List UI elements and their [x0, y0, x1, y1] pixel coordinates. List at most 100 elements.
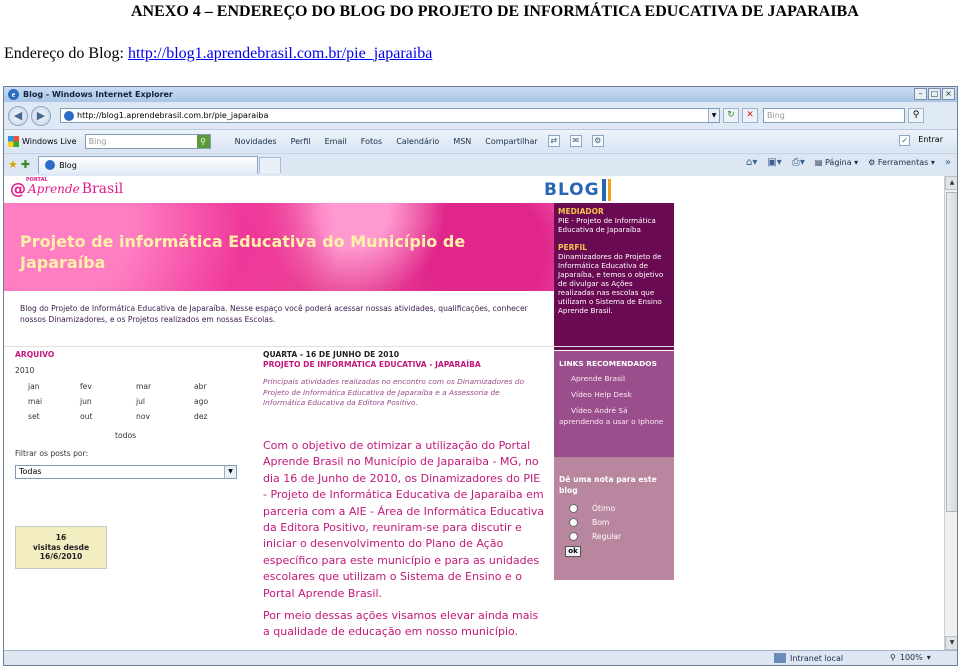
window-title: Blog - Windows Internet Explorer [23, 90, 173, 99]
filter-select-value: Todas [19, 467, 42, 476]
chevron-down-icon[interactable]: ▼ [224, 466, 236, 478]
live-search-input[interactable]: Bing ⚲ [84, 133, 211, 149]
entrar-link[interactable]: Entrar [918, 135, 943, 146]
live-link-email[interactable]: Email [325, 137, 347, 146]
month-link[interactable]: set [28, 412, 80, 423]
blog-address-link[interactable]: http://blog1.aprendebrasil.com.br/pie_ja… [128, 45, 432, 62]
address-text: http://blog1.aprendebrasil.com.br/pie_ja… [77, 111, 269, 120]
site-title: Projeto de informática Educativa do Muni… [20, 232, 466, 272]
add-favorites-icon[interactable]: ✚ [21, 158, 30, 171]
address-dropdown-icon[interactable]: ▼ [708, 109, 719, 122]
security-zone[interactable]: Intranet local [774, 653, 843, 663]
blog-logo: BLOG [544, 179, 611, 201]
rating-ok-button[interactable]: ok [565, 546, 581, 557]
favorites-star-icon[interactable]: ★ [8, 158, 18, 171]
address-bar[interactable]: http://blog1.aprendebrasil.com.br/pie_ja… [60, 108, 720, 123]
month-link[interactable]: mar [136, 382, 194, 393]
visit-label: visitas desde [32, 542, 90, 552]
month-link[interactable]: nov [136, 412, 194, 423]
links-title: LINKS RECOMENDADOS [559, 359, 657, 368]
rating-option[interactable]: Regular [559, 532, 669, 541]
rating-option[interactable]: Ótimo [559, 504, 669, 513]
rating-title: Dê uma nota para este blog [559, 475, 657, 495]
logo-brasil: Brasil [81, 180, 124, 197]
print-icon[interactable]: ⎙▾ [792, 157, 805, 168]
month-link[interactable]: mai [28, 397, 80, 408]
rating-option-label: Ótimo [592, 504, 616, 513]
status-bar: Intranet local ⚲ 100% ▾ [4, 650, 957, 665]
scroll-thumb[interactable] [946, 192, 957, 512]
home-icon[interactable]: ⌂▾ [746, 157, 757, 168]
rating-radio[interactable] [569, 518, 578, 527]
close-button[interactable]: × [942, 88, 955, 100]
rating-radio[interactable] [569, 532, 578, 541]
tab-bar: ★ ✚ Blog ⌂▾ ▣▾ ⎙▾ ▤ Página ▾ ⚙ Ferrament… [4, 153, 957, 175]
intranet-icon [774, 653, 786, 663]
new-tab-button[interactable] [259, 156, 282, 173]
live-link-compartilhar[interactable]: Compartilhar [485, 137, 537, 146]
checkbox-icon[interactable]: ✓ [899, 135, 911, 146]
month-link[interactable]: jun [80, 397, 136, 408]
back-button[interactable]: ◀ [8, 105, 28, 126]
live-link-calendario[interactable]: Calendário [396, 137, 439, 146]
maximize-button[interactable]: □ [928, 88, 941, 100]
chevron-down-icon[interactable]: ▾ [927, 653, 931, 662]
tab-favicon-icon [45, 160, 56, 170]
refresh-button[interactable]: ↻ [723, 108, 739, 123]
zoom-level: 100% [899, 653, 923, 662]
link-video-andre-sa[interactable]: Vídeo André Sá aprendendo a usar o Iphon… [559, 405, 669, 427]
month-link[interactable]: dez [194, 412, 234, 423]
visit-since: 16/6/2010 [39, 552, 83, 561]
share-icon[interactable]: ⇄ [547, 135, 560, 147]
month-link[interactable]: jul [136, 397, 194, 408]
link-video-help-desk[interactable]: Vídeo Help Desk [559, 389, 669, 400]
rating-option-label: Regular [592, 532, 622, 541]
filter-select[interactable]: Todas ▼ [15, 465, 237, 479]
stop-button[interactable]: ✕ [742, 108, 758, 123]
live-link-msn[interactable]: MSN [453, 137, 471, 146]
archive-title: ARQUIVO [15, 350, 55, 359]
mediador-title: MEDIADOR [558, 207, 604, 216]
mail-icon[interactable]: ✉ [569, 135, 582, 147]
search-icon[interactable]: ⚲ [908, 108, 924, 123]
month-link[interactable]: out [80, 412, 136, 423]
recommended-links: LINKS RECOMENDADOS Aprende Brasil Vídeo … [554, 351, 674, 457]
rating-option[interactable]: Bom [559, 518, 669, 527]
page-menu[interactable]: ▤ Página ▾ [815, 158, 858, 167]
month-link[interactable]: jan [28, 382, 80, 393]
chevron-right-icon[interactable]: » [945, 157, 951, 168]
scroll-down-icon[interactable]: ▼ [945, 636, 957, 650]
logo-aprende: Aprende [28, 181, 80, 196]
zoom-control[interactable]: ⚲ 100% ▾ [890, 653, 931, 662]
tools-menu[interactable]: ⚙ Ferramentas ▾ [868, 158, 935, 167]
tools-icon[interactable]: ⚙ [591, 135, 604, 147]
post-title[interactable]: PROJETO DE INFORMÁTICA EDUCATIVA - JAPAR… [263, 360, 481, 369]
security-zone-label: Intranet local [790, 653, 844, 663]
minimize-button[interactable]: – [914, 88, 927, 100]
live-link-fotos[interactable]: Fotos [361, 137, 382, 146]
tab-blog[interactable]: Blog [38, 155, 259, 174]
month-link[interactable]: ago [194, 397, 234, 408]
blog-intro: Blog do Projeto de Informática Educativa… [20, 304, 528, 324]
link-aprende-brasil[interactable]: Aprende Brasil [559, 373, 669, 384]
windows-live-label: Windows Live [22, 136, 77, 146]
vertical-scrollbar[interactable]: ▲ ▼ [944, 176, 957, 650]
live-link-perfil[interactable]: Perfil [291, 137, 311, 146]
page-menu-label: Página [824, 158, 852, 167]
forward-button[interactable]: ▶ [31, 105, 51, 126]
archive-all-link[interactable]: todos [115, 431, 136, 440]
windows-live-logo[interactable]: Windows Live [8, 135, 77, 147]
live-search-icon[interactable]: ⚲ [196, 134, 210, 148]
scroll-up-icon[interactable]: ▲ [945, 176, 957, 190]
blog-address-label: Endereço do Blog: [4, 45, 124, 62]
aprende-brasil-logo[interactable]: PORTAL @ Aprende Brasil [10, 177, 124, 198]
live-search-placeholder: Bing [88, 136, 107, 146]
archive-year[interactable]: 2010 [15, 366, 34, 375]
month-link[interactable]: fev [80, 382, 136, 393]
month-link[interactable]: abr [194, 382, 234, 393]
live-link-novidades[interactable]: Novidades [235, 137, 277, 146]
feeds-icon[interactable]: ▣▾ [767, 157, 781, 168]
search-input[interactable]: Bing [763, 108, 905, 123]
blog-logo-bar-orange [607, 179, 611, 201]
rating-radio[interactable] [569, 504, 578, 513]
